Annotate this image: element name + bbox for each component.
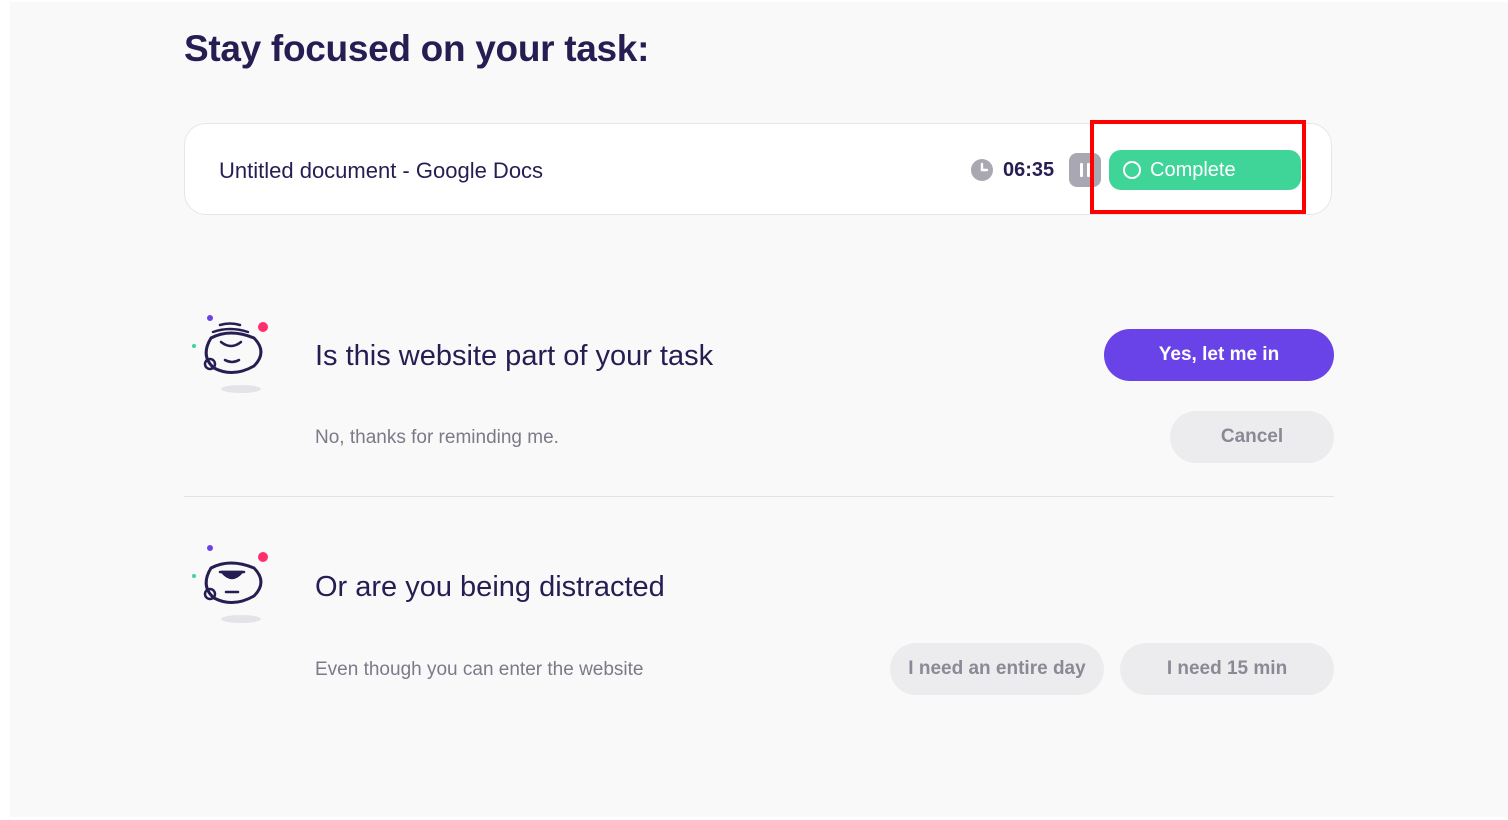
fifteen-min-button[interactable]: I need 15 min — [1120, 643, 1334, 695]
distracted-subtext: Even though you can enter the website — [315, 659, 644, 680]
circle-icon — [1123, 161, 1141, 179]
section-divider — [184, 496, 1334, 497]
page-title: Stay focused on your task: — [184, 28, 650, 69]
focus-page: Stay focused on your task: Untitled docu… — [10, 2, 1508, 817]
complete-button[interactable]: Complete — [1109, 150, 1301, 190]
pause-button[interactable] — [1069, 153, 1101, 187]
entire-day-button[interactable]: I need an entire day — [890, 643, 1104, 695]
distracted-question: Or are you being distracted — [315, 571, 665, 603]
clock-icon — [971, 159, 993, 181]
annoyed-mascot-icon — [192, 545, 268, 623]
task-timer: 06:35 — [1003, 159, 1055, 181]
yes-let-me-in-button[interactable]: Yes, let me in — [1104, 329, 1334, 381]
complete-button-label: Complete — [1150, 159, 1236, 181]
task-name: Untitled document - Google Docs — [219, 158, 544, 183]
part-of-task-question: Is this website part of your task — [315, 340, 714, 372]
calm-mascot-icon — [192, 315, 268, 393]
part-of-task-subtext: No, thanks for reminding me. — [315, 427, 559, 448]
cancel-button[interactable]: Cancel — [1170, 411, 1334, 463]
current-task-card: Untitled document - Google Docs 06:35 Co… — [184, 123, 1332, 215]
